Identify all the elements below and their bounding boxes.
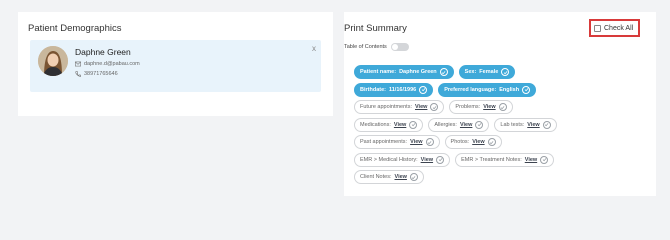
summary-chip[interactable]: Preferred language: English	[438, 82, 537, 97]
view-link[interactable]: View	[415, 104, 427, 110]
view-link[interactable]: View	[525, 157, 537, 163]
toc-toggle[interactable]	[390, 43, 409, 51]
avatar	[38, 46, 68, 76]
check-all-checkbox[interactable]: Check All	[589, 19, 640, 37]
panel-title: Patient Demographics	[28, 23, 122, 34]
summary-row: Client Notes: View	[354, 170, 557, 184]
chip-label: Client Notes:	[360, 174, 392, 180]
view-link[interactable]: View	[395, 174, 407, 180]
summary-chip[interactable]: Patient name: Daphne Green	[354, 65, 454, 79]
phone-icon	[75, 71, 81, 77]
check-all-label: Check All	[604, 24, 634, 32]
summary-items: Patient name: Daphne Green Sex: Female Bir…	[354, 65, 557, 188]
email-line: daphne.d@pabau.com	[75, 61, 140, 67]
chip-label: EMR > Treatment Notes:	[461, 156, 522, 163]
summary-row: EMR > Medical History: View EMR > Treatme…	[354, 152, 557, 167]
check-icon	[430, 103, 439, 111]
summary-chip[interactable]: Future appointments: View	[354, 100, 445, 114]
view-link[interactable]: View	[460, 122, 472, 128]
check-icon	[425, 138, 434, 146]
summary-chip[interactable]: Medications: View	[354, 117, 424, 132]
check-icon	[439, 68, 448, 76]
print-summary-panel: Print Summary Table of Contents Patient …	[344, 12, 656, 196]
chip-value: Daphne Green	[399, 69, 437, 75]
summary-chip[interactable]: EMR > Medical History: View	[354, 152, 451, 167]
chip-label: Medications:	[360, 121, 391, 128]
check-icon	[540, 155, 549, 164]
view-link[interactable]: View	[421, 157, 433, 163]
table-of-contents-row: Table of Contents	[344, 43, 409, 51]
chip-value: English	[499, 86, 520, 93]
summary-row: Patient name: Daphne Green Sex: Female	[354, 65, 557, 79]
summary-chip[interactable]: Photos: View	[444, 135, 502, 149]
check-icon	[501, 68, 510, 76]
check-icon	[487, 138, 496, 146]
chip-label: Lab tests:	[500, 121, 525, 128]
summary-chip[interactable]: Allergies: View	[428, 117, 490, 132]
chip-label: Past appointments:	[360, 139, 408, 145]
check-icon	[419, 85, 428, 94]
chip-label: Allergies:	[434, 121, 457, 128]
chip-label: Problems:	[455, 104, 481, 110]
summary-chip[interactable]: Sex: Female	[458, 65, 516, 79]
patient-phone: 38971765646	[84, 71, 118, 77]
chip-label: Sex:	[464, 69, 477, 75]
patient-demographics-panel: Patient Demographics Daphne Green daphne…	[18, 12, 333, 116]
check-icon	[542, 120, 551, 129]
chip-label: Birthdate:	[360, 86, 386, 93]
chip-value: 11/16/1996	[388, 86, 417, 93]
summary-chip[interactable]: Birthdate: 11/16/1996	[354, 82, 434, 97]
chip-label: Future appointments:	[360, 104, 412, 110]
summary-row: Birthdate: 11/16/1996 Preferred language:…	[354, 82, 557, 97]
checkbox-icon	[594, 24, 601, 32]
check-icon	[475, 120, 484, 129]
patient-email: daphne.d@pabau.com	[84, 61, 140, 67]
summary-chip[interactable]: Past appointments: View	[354, 135, 440, 149]
chip-label: Photos:	[450, 139, 470, 145]
mail-icon	[75, 61, 81, 67]
check-icon	[498, 103, 507, 111]
summary-row: Past appointments: View Photos: View	[354, 135, 557, 149]
summary-chip[interactable]: Problems: View	[449, 100, 513, 114]
toc-label: Table of Contents	[344, 44, 387, 50]
summary-row: Medications: View Allergies: View Lab test…	[354, 117, 557, 132]
patient-card: Daphne Green daphne.d@pabau.com 38971765…	[30, 40, 321, 92]
chip-label: Preferred language:	[444, 86, 497, 93]
check-icon	[409, 173, 418, 181]
view-link[interactable]: View	[410, 139, 422, 145]
view-link[interactable]: View	[394, 122, 406, 128]
check-icon	[409, 120, 418, 129]
summary-chip[interactable]: Lab tests: View	[494, 117, 557, 132]
check-icon	[436, 155, 445, 164]
phone-line: 38971765646	[75, 71, 118, 77]
panel-title: Print Summary	[344, 23, 407, 34]
view-link[interactable]: View	[527, 122, 539, 128]
chip-label: EMR > Medical History:	[360, 156, 418, 163]
chip-value: Female	[479, 69, 499, 75]
summary-chip[interactable]: EMR > Treatment Notes: View	[455, 152, 555, 167]
close-icon[interactable]: x	[312, 44, 316, 53]
patient-name: Daphne Green	[75, 47, 131, 57]
view-link[interactable]: View	[472, 139, 484, 145]
check-icon	[522, 85, 531, 94]
chip-label: Patient name:	[360, 69, 397, 75]
summary-row: Future appointments: View Problems: View	[354, 100, 557, 114]
view-link[interactable]: View	[483, 104, 495, 110]
summary-chip[interactable]: Client Notes: View	[354, 170, 424, 184]
